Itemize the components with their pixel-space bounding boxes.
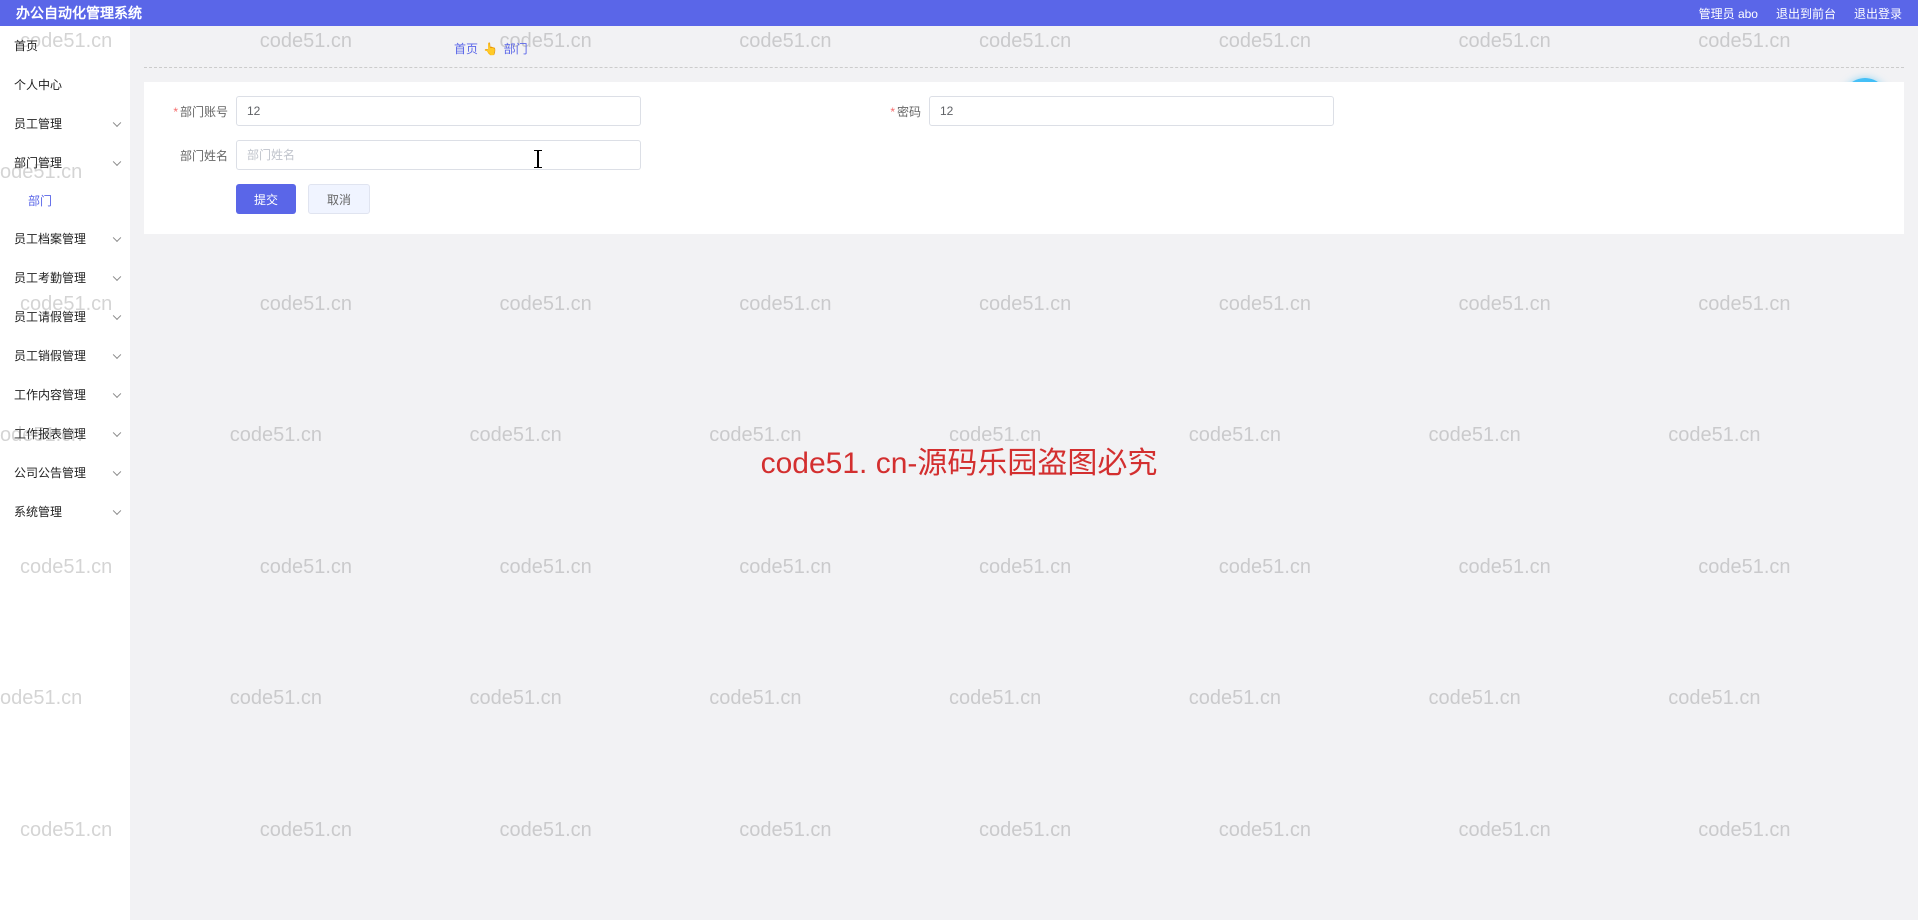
form-group-account: *部门账号 — [158, 96, 641, 126]
sidebar: 首页 个人中心 员工管理 部门管理 部门 员工档案管理 员工考勤管理 员工请假管… — [0, 26, 130, 920]
sidebar-item-work-report-mgmt[interactable]: 工作报表管理 — [0, 414, 130, 453]
sidebar-item-system-mgmt[interactable]: 系统管理 — [0, 492, 130, 531]
user-label[interactable]: 管理员 abo — [1699, 5, 1758, 22]
sidebar-item-announcement-mgmt[interactable]: 公司公告管理 — [0, 453, 130, 492]
cancel-button[interactable]: 取消 — [308, 184, 370, 214]
app-title: 办公自动化管理系统 — [16, 3, 142, 23]
top-header: 办公自动化管理系统 管理员 abo 退出到前台 退出登录 — [0, 0, 1918, 26]
exit-to-front-link[interactable]: 退出到前台 — [1776, 5, 1836, 22]
sidebar-item-personal[interactable]: 个人中心 — [0, 65, 130, 104]
breadcrumb-sep-icon: 👆 — [483, 42, 498, 56]
name-label: 部门姓名 — [158, 147, 228, 164]
sidebar-item-attendance-mgmt[interactable]: 员工考勤管理 — [0, 258, 130, 297]
sidebar-item-employee-mgmt[interactable]: 员工管理 — [0, 104, 130, 143]
form-group-name: 部门姓名 — [158, 140, 641, 170]
account-input[interactable] — [236, 96, 641, 126]
main-content: 首页 👆 部门 *部门账号 *密码 部门姓名 — [130, 26, 1918, 920]
form-group-password: *密码 — [851, 96, 1334, 126]
sidebar-item-dept-mgmt[interactable]: 部门管理 — [0, 143, 130, 182]
name-input[interactable] — [236, 140, 641, 170]
sidebar-subitem-dept[interactable]: 部门 — [0, 182, 130, 219]
password-input[interactable] — [929, 96, 1334, 126]
sidebar-item-leave-mgmt[interactable]: 员工请假管理 — [0, 297, 130, 336]
submit-button[interactable]: 提交 — [236, 184, 296, 214]
form-panel: *部门账号 *密码 部门姓名 提交 取消 — [144, 82, 1904, 234]
header-actions: 管理员 abo 退出到前台 退出登录 — [1699, 5, 1902, 22]
logout-link[interactable]: 退出登录 — [1854, 5, 1902, 22]
account-label: *部门账号 — [158, 103, 228, 120]
breadcrumb: 首页 👆 部门 — [144, 34, 1904, 68]
password-label: *密码 — [851, 103, 921, 120]
breadcrumb-home[interactable]: 首页 — [454, 42, 478, 56]
sidebar-item-work-content-mgmt[interactable]: 工作内容管理 — [0, 375, 130, 414]
sidebar-item-archive-mgmt[interactable]: 员工档案管理 — [0, 219, 130, 258]
sidebar-item-home[interactable]: 首页 — [0, 26, 130, 65]
breadcrumb-current: 部门 — [504, 42, 528, 56]
sidebar-item-leave-cancel-mgmt[interactable]: 员工销假管理 — [0, 336, 130, 375]
